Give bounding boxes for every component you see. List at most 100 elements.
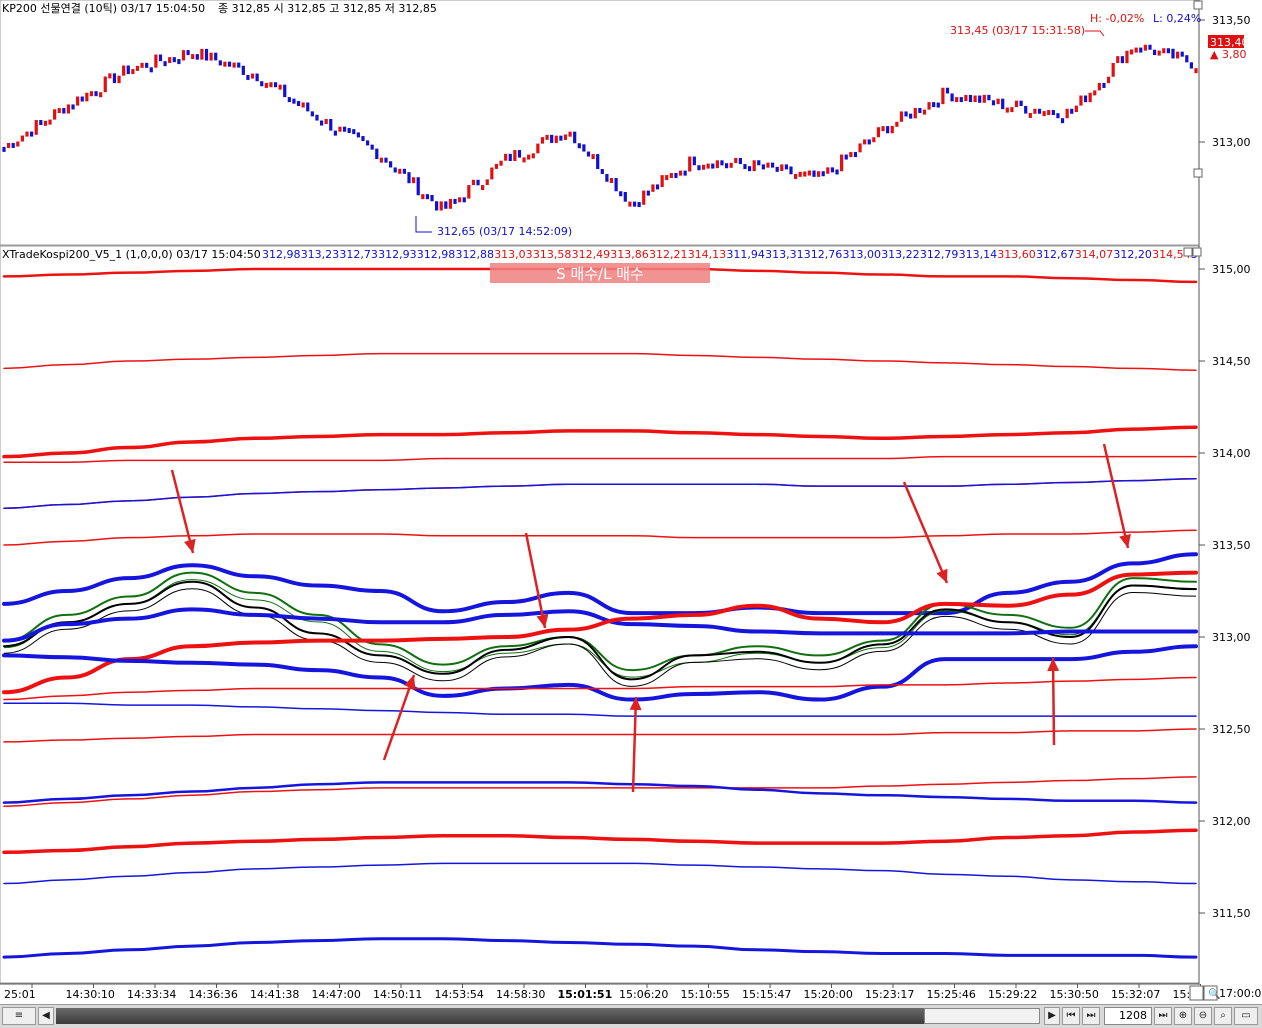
time-tick-label: 15:23:17 <box>865 988 914 1001</box>
price-bar <box>550 134 554 143</box>
price-bar <box>57 108 61 114</box>
zoom-step-button[interactable]: ⏭ <box>1154 1007 1172 1025</box>
scroll-track[interactable] <box>56 1008 924 1024</box>
price-bar <box>393 167 397 173</box>
price-bar <box>747 166 752 172</box>
price-bar <box>1093 90 1097 96</box>
price-bar <box>149 67 153 73</box>
price-panel-resize-icon[interactable] <box>1193 168 1203 178</box>
scroll-right-button[interactable]: ▶ <box>1044 1007 1060 1025</box>
search-icon[interactable]: ⌕ <box>1214 1007 1232 1025</box>
price-bar <box>1143 44 1147 51</box>
price-bar <box>743 164 747 170</box>
price-bar <box>1010 107 1014 113</box>
horizontal-scrollbar[interactable]: ≡ ◀ ▶ ⏮ ⏭ 1208 ⏭ ⊕ ⊖ ⌕ ▭ <box>0 1004 1262 1028</box>
high-percent-label: H: -0,02% <box>1090 12 1144 25</box>
price-bar <box>112 73 117 84</box>
indicator-header-value: 314,13 <box>688 248 727 261</box>
price-bar <box>310 111 314 117</box>
time-tick-label: 14:58:30 <box>496 988 545 1001</box>
price-bar <box>849 152 853 158</box>
signal-arrow <box>1051 657 1056 746</box>
price-bar <box>1134 47 1138 53</box>
price-bar <box>987 94 991 101</box>
price-bar <box>660 175 664 188</box>
chart-canvas: 313,50 313,00 KP200 선물연결 (10틱) 03/17 15:0… <box>0 0 1262 1001</box>
price-bar <box>388 161 393 168</box>
price-bar <box>927 102 931 110</box>
price-bar <box>1106 76 1111 84</box>
indicator-close-icon[interactable] <box>1192 247 1202 257</box>
price-bar <box>1001 98 1005 110</box>
price-bar <box>7 142 11 148</box>
price-bar <box>582 144 586 152</box>
price-bar <box>752 160 756 172</box>
indicator-header-value: 312,21 <box>649 248 688 261</box>
price-bar <box>1065 108 1069 119</box>
price-bar <box>545 134 549 140</box>
price-bar <box>467 185 471 199</box>
price-bar <box>1097 82 1101 91</box>
price-bar <box>793 173 798 179</box>
price-bar <box>826 167 830 174</box>
price-bar <box>108 73 112 79</box>
indicator-y-tick-label: 311,50 <box>1212 907 1251 920</box>
price-bar <box>1014 100 1019 108</box>
price-bar <box>319 120 324 126</box>
indicator-y-tick-label: 313,00 <box>1212 631 1251 644</box>
price-bar <box>200 48 204 60</box>
price-bar <box>913 107 917 119</box>
time-tick-label: 14:53:54 <box>435 988 484 1001</box>
price-bar <box>99 92 103 98</box>
price-bar <box>1139 47 1143 53</box>
price-bar <box>1033 108 1037 114</box>
scroll-handle-icon[interactable]: ≡ <box>2 1007 36 1025</box>
price-bar <box>365 140 370 146</box>
zoom-count-field[interactable]: 1208 <box>1104 1007 1152 1025</box>
price-panel-close-icon[interactable] <box>1193 0 1203 10</box>
price-bar <box>246 74 250 80</box>
price-bar <box>66 104 71 114</box>
price-bar <box>591 154 595 160</box>
price-bar <box>154 54 158 68</box>
price-bar <box>158 54 163 62</box>
price-bar <box>531 153 535 159</box>
price-bar <box>701 164 706 170</box>
indicator-header-value: 312,76 <box>804 248 843 261</box>
price-bar <box>775 166 779 172</box>
indicator-header-value: 312,88 <box>456 248 495 261</box>
price-bar <box>770 162 775 168</box>
price-bar <box>812 170 816 177</box>
indicator-minimize-icon[interactable] <box>1183 247 1193 257</box>
price-bar <box>674 172 678 178</box>
price-bar <box>904 111 908 117</box>
price-bar <box>508 153 512 162</box>
price-bar <box>1116 56 1120 63</box>
price-bar <box>642 190 646 205</box>
price-bar <box>296 101 301 107</box>
price-bar <box>241 65 245 75</box>
price-bar <box>780 164 784 171</box>
price-bar <box>191 54 195 60</box>
indicator-header-value: 312,98 <box>417 248 456 261</box>
price-bar <box>623 191 627 202</box>
scroll-prev-page-button[interactable]: ⏮ <box>1062 1007 1080 1025</box>
price-bar <box>586 151 591 157</box>
price-bar <box>619 191 623 197</box>
price-bar <box>324 118 328 124</box>
indicator-header-value: 312,98 <box>262 248 301 261</box>
scroll-left-button[interactable]: ◀ <box>38 1007 54 1025</box>
price-bar <box>899 111 904 122</box>
price-bar <box>315 114 319 121</box>
zoom-out-icon[interactable]: ⊖ <box>1194 1007 1212 1025</box>
price-bar <box>287 97 291 103</box>
scroll-next-page-button[interactable]: ⏭ <box>1082 1007 1100 1025</box>
scroll-thumb[interactable] <box>924 1008 1040 1024</box>
zoom-in-icon[interactable]: ⊕ <box>1174 1007 1192 1025</box>
axis-settings-icon[interactable] <box>1189 985 1204 1001</box>
time-tick-label: 15:29:22 <box>988 988 1037 1001</box>
price-bar <box>370 144 374 150</box>
panel-toggle-icon[interactable]: ▭ <box>1234 1007 1258 1025</box>
price-bar <box>30 131 34 137</box>
price-bar <box>936 102 940 108</box>
